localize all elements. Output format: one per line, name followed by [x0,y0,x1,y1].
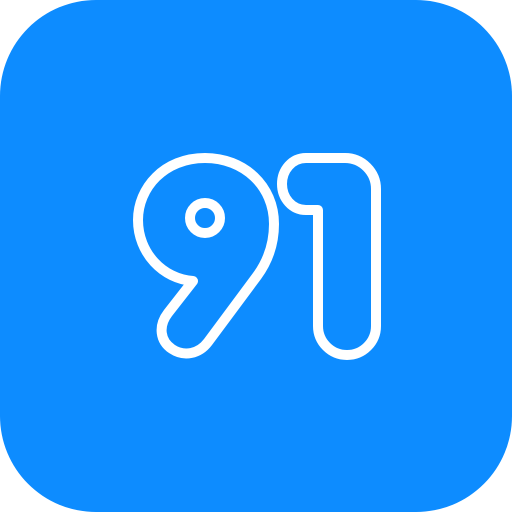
number-icon-tile: 91 [0,0,512,512]
number-91-icon: 91 [0,0,512,512]
tile-background [0,0,512,512]
